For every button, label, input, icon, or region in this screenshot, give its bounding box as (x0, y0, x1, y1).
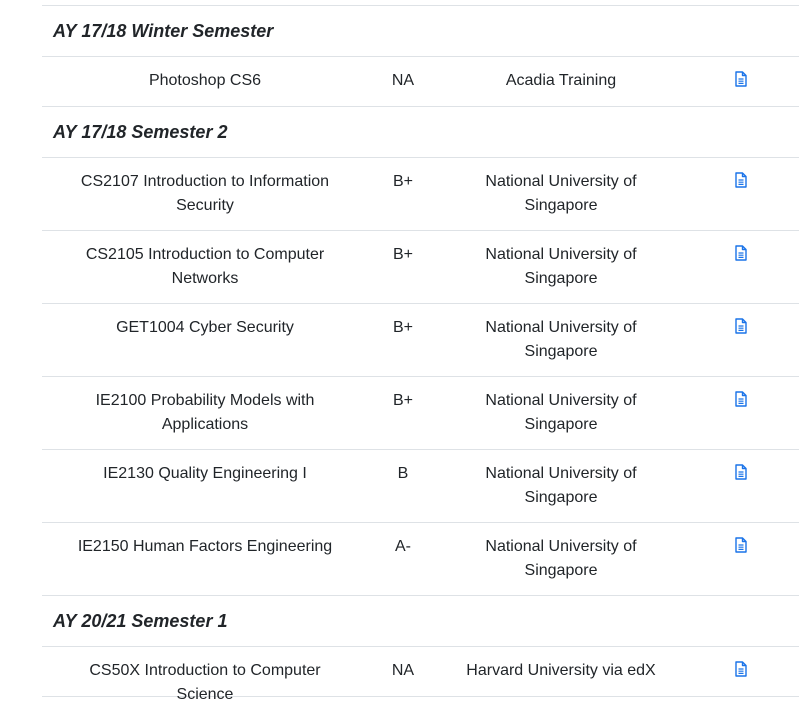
certificate-cell (684, 450, 799, 522)
course-name: CS50X Introduction to Computer Science (89, 662, 321, 703)
course-name: IE2150 Human Factors Engineering (77, 538, 333, 555)
course-institution: Acadia Training (505, 72, 617, 89)
table-row: IE2150 Human Factors Engineering A- Nati… (42, 523, 799, 596)
course-table: AY 17/18 Winter Semester Photoshop CS6 N… (42, 5, 799, 703)
file-document-icon[interactable] (734, 391, 748, 407)
file-document-icon[interactable] (734, 537, 748, 553)
course-institution: National University of Singapore (485, 465, 637, 506)
course-grade: B+ (392, 173, 413, 190)
course-grade: NA (391, 72, 415, 89)
certificate-cell (684, 377, 799, 449)
course-institution: National University of Singapore (485, 538, 637, 579)
course-name: IE2100 Probability Models with Applicati… (95, 392, 315, 433)
course-institution: National University of Singapore (485, 392, 637, 433)
course-institution: National University of Singapore (485, 319, 637, 360)
course-grade: B+ (392, 246, 413, 263)
course-institution: Harvard University via edX (466, 662, 656, 679)
course-grade: B+ (392, 392, 413, 409)
semester-heading: AY 20/21 Semester 1 (42, 596, 799, 647)
file-document-icon[interactable] (734, 245, 748, 261)
certificate-cell (684, 231, 799, 303)
table-row: Photoshop CS6 NA Acadia Training (42, 57, 799, 107)
course-name: Photoshop CS6 (148, 72, 262, 89)
course-name: GET1004 Cyber Security (116, 319, 294, 336)
table-row: GET1004 Cyber Security B+ National Unive… (42, 304, 799, 377)
course-institution: National University of Singapore (485, 246, 637, 287)
certificate-cell (684, 647, 799, 696)
file-document-icon[interactable] (734, 71, 748, 87)
table-row: IE2100 Probability Models with Applicati… (42, 377, 799, 450)
course-grade: A- (395, 538, 411, 555)
course-grade: NA (391, 662, 415, 679)
certificate-cell (684, 304, 799, 376)
course-name: IE2130 Quality Engineering I (103, 465, 307, 482)
table-row: CS2105 Introduction to Computer Networks… (42, 231, 799, 304)
certificate-cell (684, 158, 799, 230)
course-grade: B (397, 465, 409, 482)
file-document-icon[interactable] (734, 464, 748, 480)
file-document-icon[interactable] (734, 318, 748, 334)
course-name: CS2107 Introduction to Information Secur… (80, 173, 330, 214)
certificate-cell (684, 57, 799, 106)
semester-heading: AY 17/18 Winter Semester (42, 6, 799, 57)
course-name: CS2105 Introduction to Computer Networks (85, 246, 325, 287)
file-document-icon[interactable] (734, 172, 748, 188)
course-institution: National University of Singapore (485, 173, 637, 214)
table-row: IE2130 Quality Engineering I B National … (42, 450, 799, 523)
table-row: CS50X Introduction to Computer Science N… (42, 647, 799, 703)
file-document-icon[interactable] (734, 661, 748, 677)
table-row: CS2107 Introduction to Information Secur… (42, 158, 799, 231)
semester-heading: AY 17/18 Semester 2 (42, 107, 799, 158)
course-grade: B+ (392, 319, 413, 336)
certificate-cell (684, 523, 799, 595)
